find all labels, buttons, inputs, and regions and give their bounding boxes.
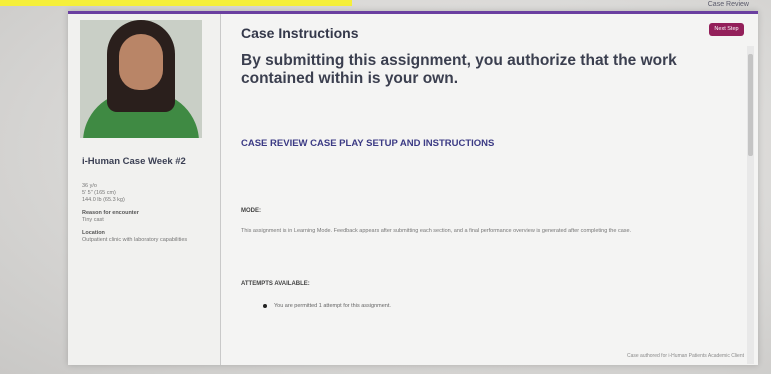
attempts-label: ATTEMPTS AVAILABLE: — [241, 281, 310, 287]
next-step-button[interactable]: Next Step — [709, 23, 744, 36]
case-name: i-Human Case Week #2 — [82, 156, 186, 167]
patient-weight: 144.0 lb (65.3 kg) — [82, 197, 125, 203]
scrollbar-thumb[interactable] — [748, 54, 753, 156]
patient-age: 36 y/o — [82, 183, 97, 189]
mode-description: This assignment is in Learning Mode. Fee… — [241, 228, 632, 234]
patient-sidebar: i-Human Case Week #2 36 y/o 5' 5" (165 c… — [68, 14, 221, 365]
attempts-description: You are permitted 1 attempt for this ass… — [274, 303, 391, 309]
location-value: Outpatient clinic with laboratory capabi… — [82, 237, 188, 243]
footer-text: Case authored for i-Human Patients Acade… — [626, 353, 744, 359]
instructions-panel: Case Instructions Next Step By submittin… — [220, 14, 758, 365]
patient-photo — [80, 20, 202, 138]
mode-label: MODE: — [241, 208, 261, 214]
highlight-strip — [0, 0, 352, 6]
scrollbar[interactable] — [747, 46, 754, 364]
section-heading: CASE REVIEW CASE PLAY SETUP AND INSTRUCT… — [241, 138, 495, 149]
reason-value: Tiny cast — [82, 217, 104, 223]
top-right-label: Case Review — [707, 1, 749, 8]
page-title: Case Instructions — [241, 25, 359, 41]
case-window: i-Human Case Week #2 36 y/o 5' 5" (165 c… — [68, 11, 758, 365]
reason-label: Reason for encounter — [82, 210, 139, 216]
bullet-icon — [263, 304, 267, 308]
patient-height: 5' 5" (165 cm) — [82, 190, 116, 196]
authorization-notice: By submitting this assignment, you autho… — [241, 52, 677, 87]
location-label: Location — [82, 230, 105, 236]
